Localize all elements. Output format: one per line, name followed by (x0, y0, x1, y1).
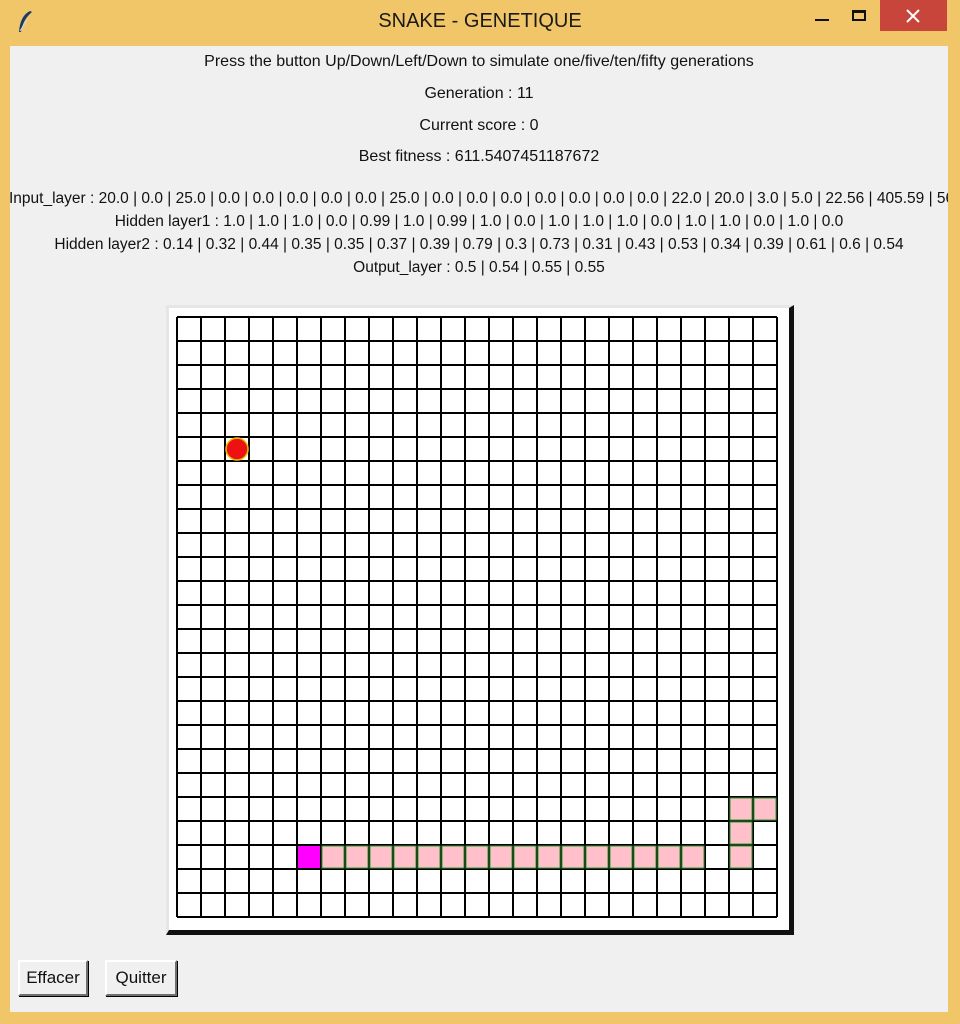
snake-body-segment (369, 845, 393, 869)
best-fitness-label: Best fitness : 611.5407451187672 (358, 148, 600, 165)
snake-body-segment (537, 845, 561, 869)
snake-body-segment (417, 845, 441, 869)
current-score-label: Current score : 0 (419, 117, 539, 134)
instructions-label: Press the button Up/Down/Left/Down to si… (204, 53, 754, 70)
snake-body-segment (489, 845, 513, 869)
game-board (176, 316, 778, 918)
main-window: Press the button Up/Down/Left/Down to si… (10, 46, 948, 1012)
snake-body-segment (561, 845, 585, 869)
board-background (177, 317, 777, 917)
generation-label: Generation : 11 (424, 85, 534, 102)
snake-body-segment (729, 821, 753, 845)
snake-body-segment (321, 845, 345, 869)
input-layer-label: Input_layer : 20.0 | 0.0 | 25.0 | 0.0 | … (10, 190, 948, 207)
hidden-layer1-label: Hidden layer1 : 1.0 | 1.0 | 1.0 | 0.0 | … (114, 213, 844, 230)
food-apple (225, 437, 249, 461)
snake-body-segment (729, 845, 753, 869)
quitter-button[interactable]: Quitter (105, 960, 177, 996)
snake-body-segment (633, 845, 657, 869)
snake-body-segment (609, 845, 633, 869)
snake-body-segment (753, 797, 777, 821)
snake-body-segment (393, 845, 417, 869)
effacer-button[interactable]: Effacer (18, 960, 88, 996)
snake-body-segment (657, 845, 681, 869)
snake-body-segment (681, 845, 705, 869)
output-layer-label: Output_layer : 0.5 | 0.54 | 0.55 | 0.55 (353, 259, 605, 276)
close-icon (906, 9, 920, 23)
snake-body-segment (465, 845, 489, 869)
snake-body-segment (513, 845, 537, 869)
snake-body-segment (441, 845, 465, 869)
maximize-button[interactable] (846, 0, 876, 32)
snake-body-segment (345, 845, 369, 869)
minimize-button[interactable] (800, 0, 846, 32)
hidden-layer2-label: Hidden layer2 : 0.14 | 0.32 | 0.44 | 0.3… (54, 236, 904, 253)
close-button[interactable] (880, 0, 947, 31)
snake-head (298, 846, 320, 868)
title-bar: SNAKE - GENETIQUE (0, 0, 960, 46)
snake-body-segment (585, 845, 609, 869)
snake-body-segment (729, 797, 753, 821)
